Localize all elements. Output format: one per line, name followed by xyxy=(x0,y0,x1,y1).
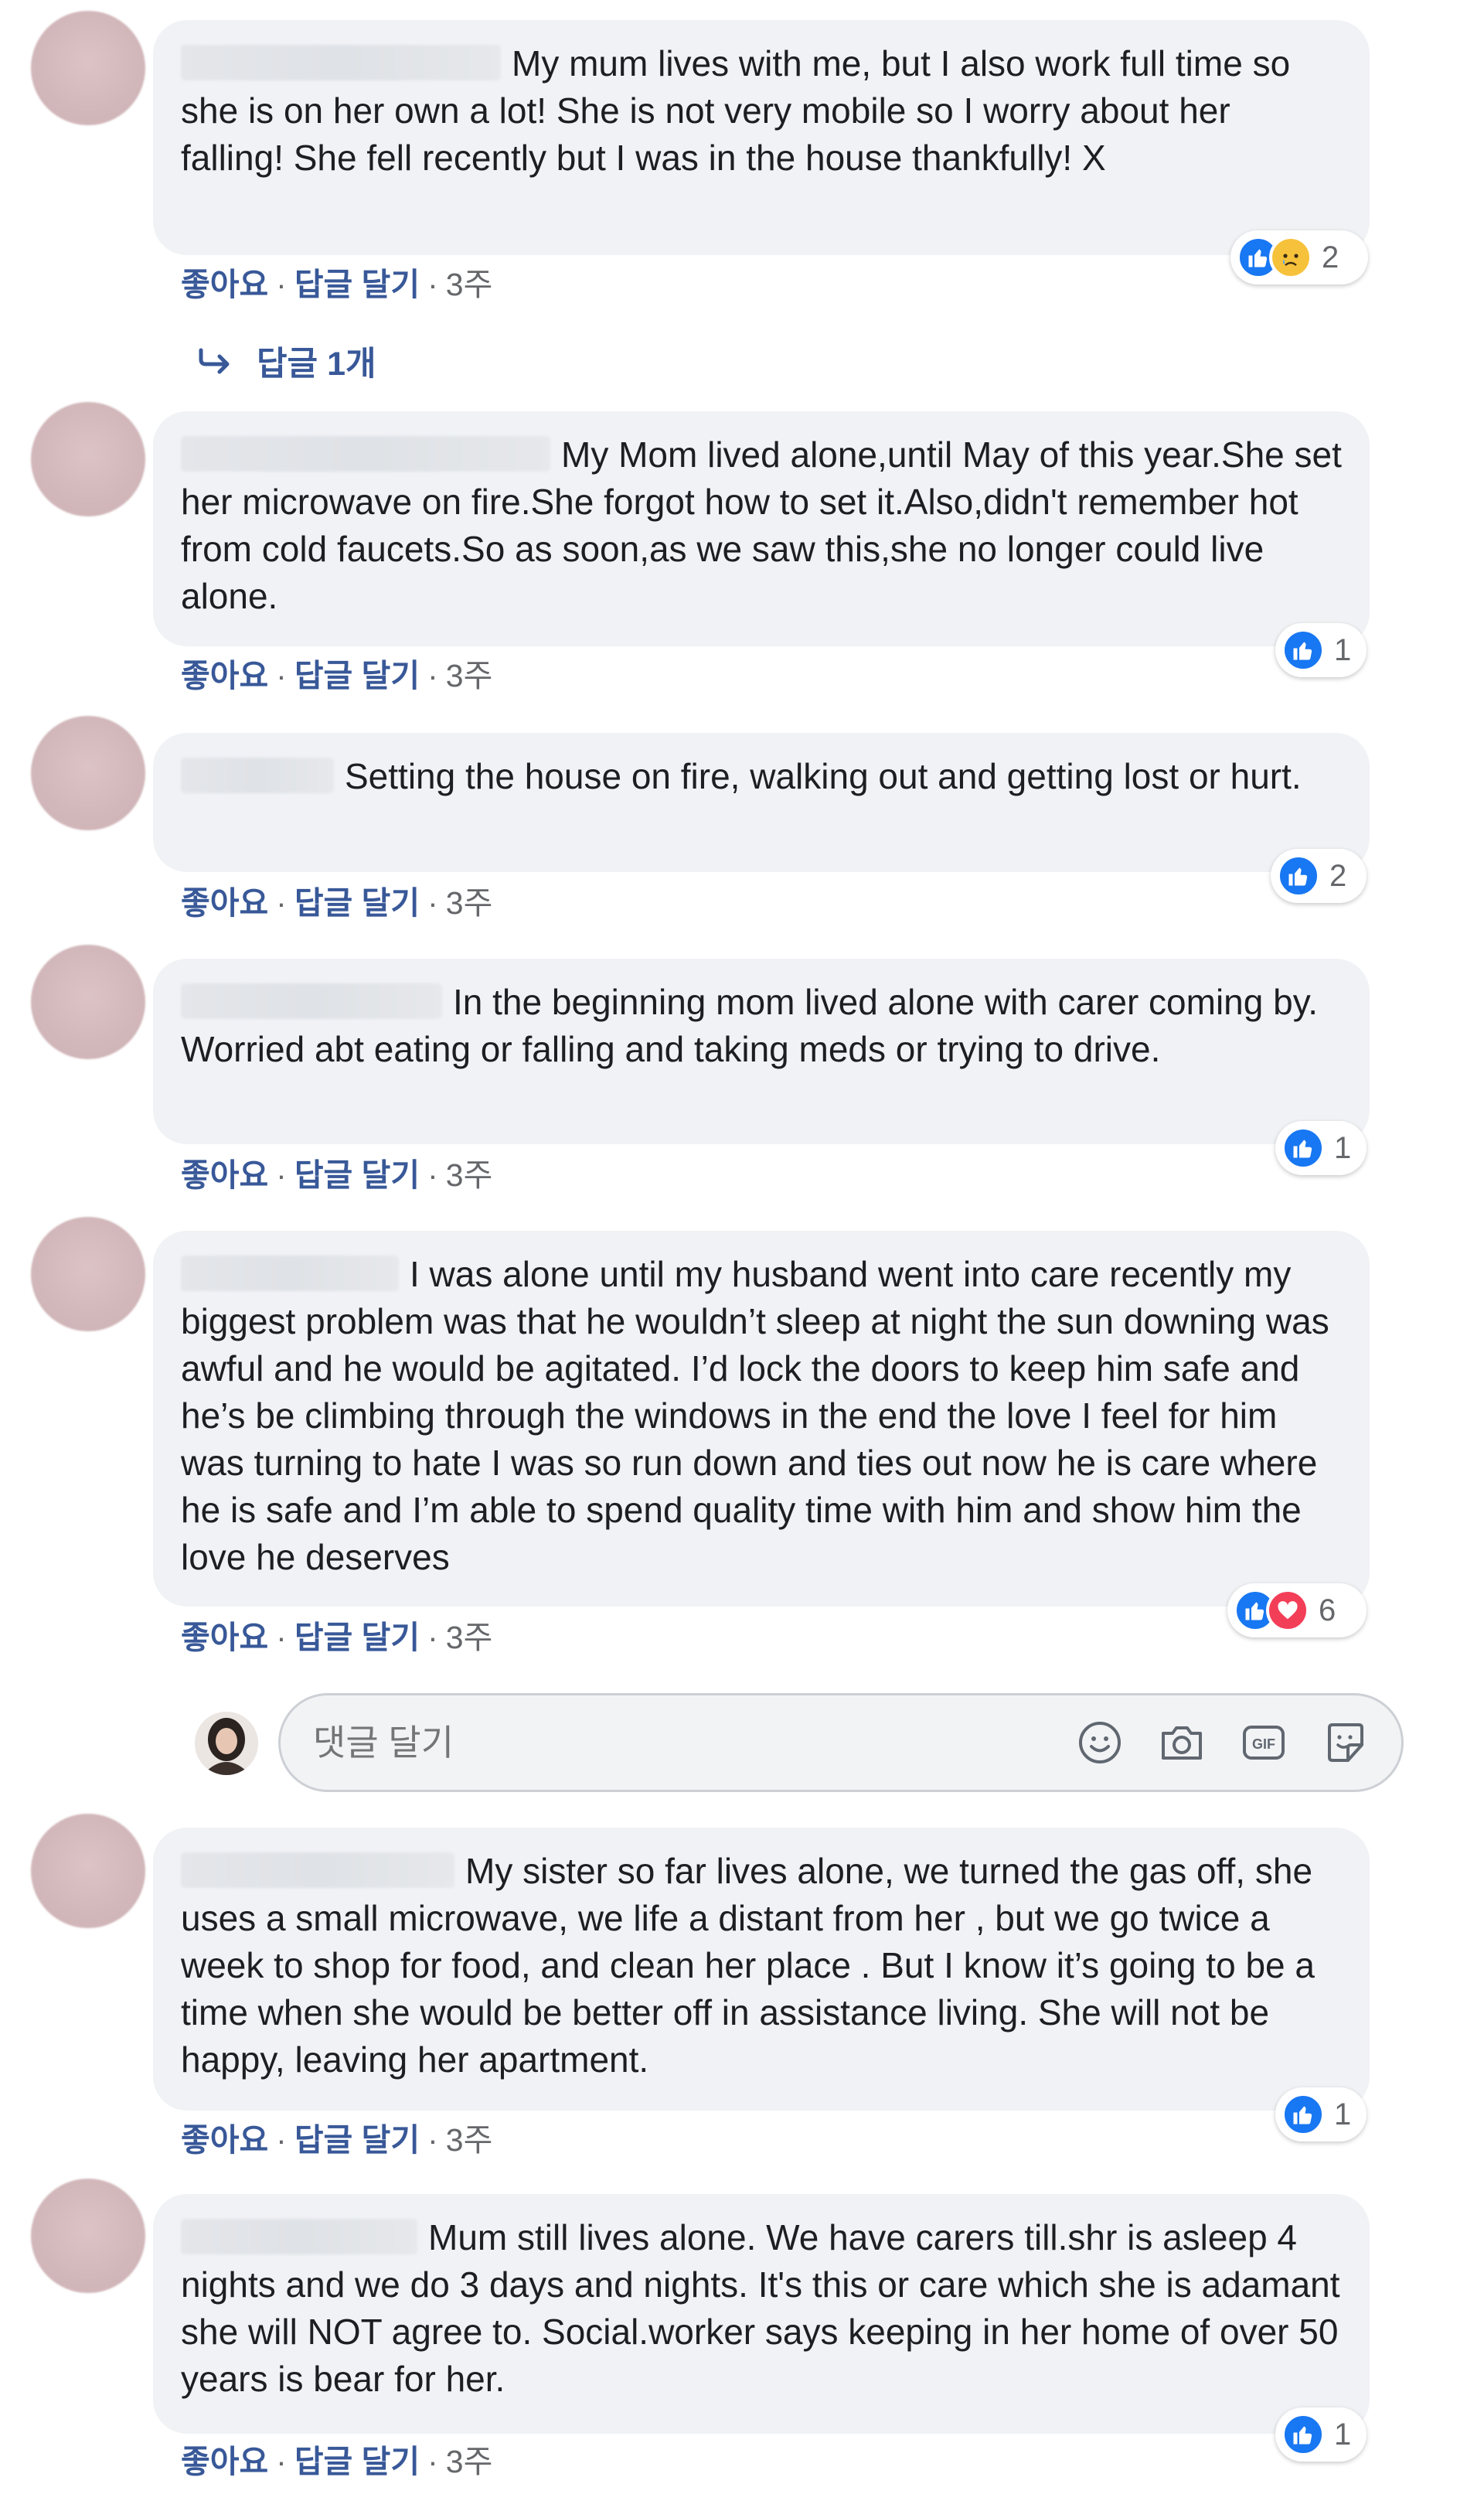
separator-dot: · xyxy=(276,658,287,693)
view-replies-link[interactable]: 답글 1개 xyxy=(196,337,376,385)
separator-dot: · xyxy=(427,2444,438,2479)
blurred-author-name[interactable] xyxy=(181,45,501,80)
reply-link[interactable]: 답글 달기 xyxy=(294,658,420,693)
reactions-summary[interactable]: 2 xyxy=(1230,230,1368,285)
current-user-avatar[interactable] xyxy=(195,1712,258,1775)
reaction-count: 6 xyxy=(1319,1593,1336,1627)
reactions-summary[interactable]: 1 xyxy=(1275,2087,1367,2142)
separator-dot: · xyxy=(276,2444,287,2479)
blurred-author-name[interactable] xyxy=(181,1256,399,1291)
blurred-author-name[interactable] xyxy=(181,758,334,793)
comment-actions: 좋아요 · 답글 달기 · 3주 xyxy=(181,2435,492,2482)
comment-bubble: In the beginning mom lived alone with ca… xyxy=(153,959,1370,1144)
reply-link[interactable]: 답글 달기 xyxy=(294,885,420,921)
like-link[interactable]: 좋아요 xyxy=(181,267,268,302)
like-icon xyxy=(1281,2093,1325,2136)
like-icon xyxy=(1281,1126,1325,1170)
sad-icon xyxy=(1269,236,1312,279)
avatar[interactable] xyxy=(31,716,145,830)
gif-icon[interactable]: GIF xyxy=(1239,1718,1288,1767)
like-link[interactable]: 좋아요 xyxy=(181,1620,268,1655)
like-link[interactable]: 좋아요 xyxy=(181,1157,268,1193)
separator-dot: · xyxy=(276,1157,287,1193)
avatar[interactable] xyxy=(31,2179,145,2293)
view-replies-label[interactable]: 답글 1개 xyxy=(257,337,376,385)
reaction-count: 1 xyxy=(1334,1130,1352,1165)
separator-dot: · xyxy=(427,1157,438,1193)
separator-dot: · xyxy=(427,885,438,921)
reaction-count: 1 xyxy=(1334,2417,1352,2452)
comment-time[interactable]: 3주 xyxy=(446,267,493,302)
reply-arrow-icon xyxy=(199,348,230,374)
comment-actions: 좋아요 · 답글 달기 · 3주 xyxy=(181,649,492,696)
comment-actions: 좋아요 · 답글 달기 · 3주 xyxy=(181,2114,492,2160)
emoji-icon[interactable] xyxy=(1075,1718,1125,1767)
reaction-count: 2 xyxy=(1322,240,1339,274)
love-icon xyxy=(1266,1589,1309,1632)
sticker-icon[interactable] xyxy=(1321,1718,1370,1767)
separator-dot: · xyxy=(276,1620,287,1655)
avatar[interactable] xyxy=(31,1217,145,1331)
like-link[interactable]: 좋아요 xyxy=(181,2444,268,2479)
comment-composer[interactable]: GIF xyxy=(278,1693,1404,1792)
comment-time[interactable]: 3주 xyxy=(446,2444,493,2479)
separator-dot: · xyxy=(427,1620,438,1655)
separator-dot: · xyxy=(427,2122,438,2158)
comment-time[interactable]: 3주 xyxy=(446,658,493,693)
comment-text: Setting the house on fire, walking out a… xyxy=(345,756,1302,796)
like-link[interactable]: 좋아요 xyxy=(181,2122,268,2158)
blurred-author-name[interactable] xyxy=(181,1852,454,1888)
comment-actions: 좋아요 · 답글 달기 · 3주 xyxy=(181,877,492,923)
comment-time[interactable]: 3주 xyxy=(446,2122,493,2158)
comment-actions: 좋아요 · 답글 달기 · 3주 xyxy=(181,1611,492,1658)
reply-link[interactable]: 답글 달기 xyxy=(294,1157,420,1193)
separator-dot: · xyxy=(276,267,287,302)
reactions-summary[interactable]: 2 xyxy=(1271,849,1367,903)
comment-bubble: Mum still lives alone. We have carers ti… xyxy=(153,2194,1370,2434)
reaction-count: 2 xyxy=(1329,858,1347,893)
comment-actions: 좋아요 · 답글 달기 · 3주 xyxy=(181,1149,492,1195)
reactions-summary[interactable]: 1 xyxy=(1275,623,1367,677)
comment-bubble: My mum lives with me, but I also work fu… xyxy=(153,20,1370,255)
avatar[interactable] xyxy=(31,1814,145,1928)
reactions-summary[interactable]: 1 xyxy=(1275,2407,1367,2462)
blurred-author-name[interactable] xyxy=(181,436,550,472)
comment-bubble: My Mom lived alone,until May of this yea… xyxy=(153,411,1370,646)
reply-link[interactable]: 답글 달기 xyxy=(294,267,420,302)
comment-bubble: I was alone until my husband went into c… xyxy=(153,1231,1370,1607)
reactions-summary[interactable]: 1 xyxy=(1275,1121,1367,1175)
comment-input[interactable] xyxy=(311,1721,1043,1764)
avatar[interactable] xyxy=(31,945,145,1059)
comment-bubble: Setting the house on fire, walking out a… xyxy=(153,733,1370,872)
reply-link[interactable]: 답글 달기 xyxy=(294,2444,420,2479)
separator-dot: · xyxy=(276,2122,287,2158)
comment-actions: 좋아요 · 답글 달기 · 3주 xyxy=(181,258,492,305)
avatar[interactable] xyxy=(31,402,145,516)
comment-bubble: My sister so far lives alone, we turned … xyxy=(153,1828,1370,2111)
like-icon xyxy=(1281,629,1325,672)
separator-dot: · xyxy=(427,267,438,302)
reaction-count: 1 xyxy=(1334,632,1352,667)
reactions-summary[interactable]: 6 xyxy=(1227,1583,1367,1637)
svg-text:GIF: GIF xyxy=(1252,1736,1275,1752)
separator-dot: · xyxy=(427,658,438,693)
reply-link[interactable]: 답글 달기 xyxy=(294,1620,420,1655)
like-link[interactable]: 좋아요 xyxy=(181,885,268,921)
separator-dot: · xyxy=(276,885,287,921)
comment-time[interactable]: 3주 xyxy=(446,885,493,921)
comment-text: I was alone until my husband went into c… xyxy=(181,1254,1329,1577)
reply-link[interactable]: 답글 달기 xyxy=(294,2122,420,2158)
like-icon xyxy=(1281,2413,1325,2456)
avatar[interactable] xyxy=(31,11,145,125)
camera-icon[interactable] xyxy=(1157,1718,1207,1767)
blurred-author-name[interactable] xyxy=(181,983,442,1019)
like-icon xyxy=(1277,854,1320,898)
reaction-count: 1 xyxy=(1334,2097,1352,2131)
blurred-author-name[interactable] xyxy=(181,2219,417,2254)
like-link[interactable]: 좋아요 xyxy=(181,658,268,693)
comment-time[interactable]: 3주 xyxy=(446,1157,493,1193)
comment-time[interactable]: 3주 xyxy=(446,1620,493,1655)
